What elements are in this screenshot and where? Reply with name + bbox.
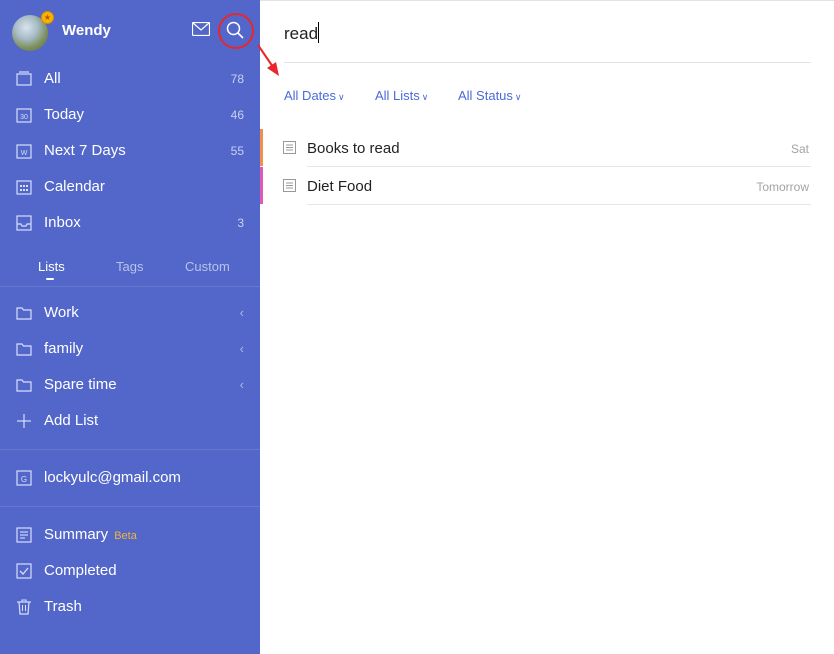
add-list-label: Add List xyxy=(44,412,99,429)
chevron-down-icon: ∨ xyxy=(514,92,522,102)
filter-dates-label: All Dates xyxy=(284,88,337,103)
pro-badge-icon: ★ xyxy=(41,11,54,24)
task-due-date: Tomorrow xyxy=(756,180,809,194)
inbox-icon xyxy=(16,215,32,231)
nav-today[interactable]: 30 Today 46 xyxy=(0,97,260,133)
list-item-work[interactable]: Work ‹ xyxy=(0,295,260,331)
folder-icon xyxy=(16,379,32,392)
list-item-family[interactable]: family ‹ xyxy=(0,331,260,367)
nav-all-count: 78 xyxy=(230,72,244,86)
summary-icon xyxy=(16,527,32,543)
checkbox-checked-icon xyxy=(16,563,32,579)
nav-inbox-label: Inbox xyxy=(44,214,81,231)
note-icon[interactable] xyxy=(283,179,296,192)
search-icon[interactable] xyxy=(225,20,245,40)
nav-summary-label: Summary Beta xyxy=(44,526,137,543)
app-window: ★ Wendy All 78 30 Today 46 W Next 7 Days… xyxy=(0,0,834,654)
list-label: Work xyxy=(44,304,79,321)
nav-trash-label: Trash xyxy=(44,598,82,615)
calendar-icon xyxy=(16,180,32,195)
account-item[interactable]: G lockyulc@gmail.com xyxy=(0,460,260,496)
nav-trash[interactable]: Trash xyxy=(0,589,260,625)
avatar[interactable]: ★ xyxy=(12,11,54,51)
calendar-day-icon: 30 xyxy=(16,108,32,123)
divider xyxy=(0,506,260,507)
beta-badge: Beta xyxy=(114,530,137,542)
svg-text:G: G xyxy=(21,475,27,484)
search-input[interactable] xyxy=(284,20,804,48)
chevron-left-icon[interactable]: ‹ xyxy=(240,341,244,356)
chevron-left-icon[interactable]: ‹ xyxy=(240,305,244,320)
nav-all-label: All xyxy=(44,70,61,87)
task-row[interactable]: Diet Food Tomorrow xyxy=(260,167,834,205)
summary-text: Summary xyxy=(44,526,109,543)
chevron-left-icon[interactable]: ‹ xyxy=(240,377,244,392)
nav-next-7-label: Next 7 Days xyxy=(44,142,126,159)
filter-lists-dropdown[interactable]: All Lists ∨ xyxy=(375,88,428,103)
task-due-date: Sat xyxy=(790,142,809,156)
chevron-down-icon: ∨ xyxy=(338,92,345,102)
list-color-bar xyxy=(260,167,263,204)
list-label: family xyxy=(44,340,84,357)
filter-dates-dropdown[interactable]: All Dates ∨ xyxy=(284,88,345,103)
divider xyxy=(0,286,260,287)
tab-custom[interactable]: Custom xyxy=(185,259,230,274)
nav-calendar[interactable]: Calendar xyxy=(0,169,260,205)
list-color-bar xyxy=(260,129,263,166)
sidebar: ★ Wendy All 78 30 Today 46 W Next 7 Days… xyxy=(0,0,260,654)
nav-completed-label: Completed xyxy=(44,562,117,579)
sidebar-tabs: Lists Tags Custom xyxy=(0,250,260,284)
folder-icon xyxy=(16,307,32,320)
account-email: lockyulc@gmail.com xyxy=(44,469,181,486)
filter-status-dropdown[interactable]: All Status ∨ xyxy=(458,88,522,103)
plus-icon xyxy=(17,414,31,428)
trash-icon xyxy=(17,599,31,615)
list-item-spare-time[interactable]: Spare time ‹ xyxy=(0,367,260,403)
text-caret xyxy=(318,22,319,43)
nav-completed[interactable]: Completed xyxy=(0,553,260,589)
chevron-down-icon: ∨ xyxy=(421,92,429,102)
task-row[interactable]: Books to read Sat xyxy=(260,129,834,167)
filter-status-label: All Status xyxy=(458,88,513,103)
username[interactable]: Wendy xyxy=(62,22,111,39)
nav-summary[interactable]: Summary Beta xyxy=(0,517,260,553)
task-title: Diet Food xyxy=(307,178,373,195)
all-icon xyxy=(16,71,32,86)
svg-text:30: 30 xyxy=(20,114,28,121)
row-divider xyxy=(307,204,811,205)
filter-lists-label: All Lists xyxy=(375,88,420,103)
note-icon[interactable] xyxy=(283,141,296,154)
mail-icon[interactable] xyxy=(192,22,210,36)
nav-inbox-count: 3 xyxy=(237,216,244,230)
divider xyxy=(0,449,260,450)
search-divider xyxy=(284,62,811,63)
svg-text:W: W xyxy=(21,150,28,157)
week-icon: W xyxy=(16,144,32,159)
nav-all[interactable]: All 78 xyxy=(0,61,260,97)
list-label: Spare time xyxy=(44,376,117,393)
nav-today-count: 46 xyxy=(230,108,244,122)
gmail-account-icon: G xyxy=(16,470,32,486)
nav-inbox[interactable]: Inbox 3 xyxy=(0,205,260,241)
tab-lists[interactable]: Lists xyxy=(38,259,65,274)
nav-next-7-days[interactable]: W Next 7 Days 55 xyxy=(0,133,260,169)
nav-today-label: Today xyxy=(44,106,85,123)
tab-active-indicator xyxy=(46,278,54,280)
add-list-button[interactable]: Add List xyxy=(0,403,260,439)
nav-calendar-label: Calendar xyxy=(44,178,105,195)
nav-next-7-count: 55 xyxy=(230,144,244,158)
task-title: Books to read xyxy=(307,140,400,157)
search-panel: All Dates∨ All Lists∨ All Status∨ Books … xyxy=(260,0,834,654)
folder-icon xyxy=(16,343,32,356)
tab-tags[interactable]: Tags xyxy=(116,259,143,274)
profile-header: ★ Wendy xyxy=(0,0,260,62)
